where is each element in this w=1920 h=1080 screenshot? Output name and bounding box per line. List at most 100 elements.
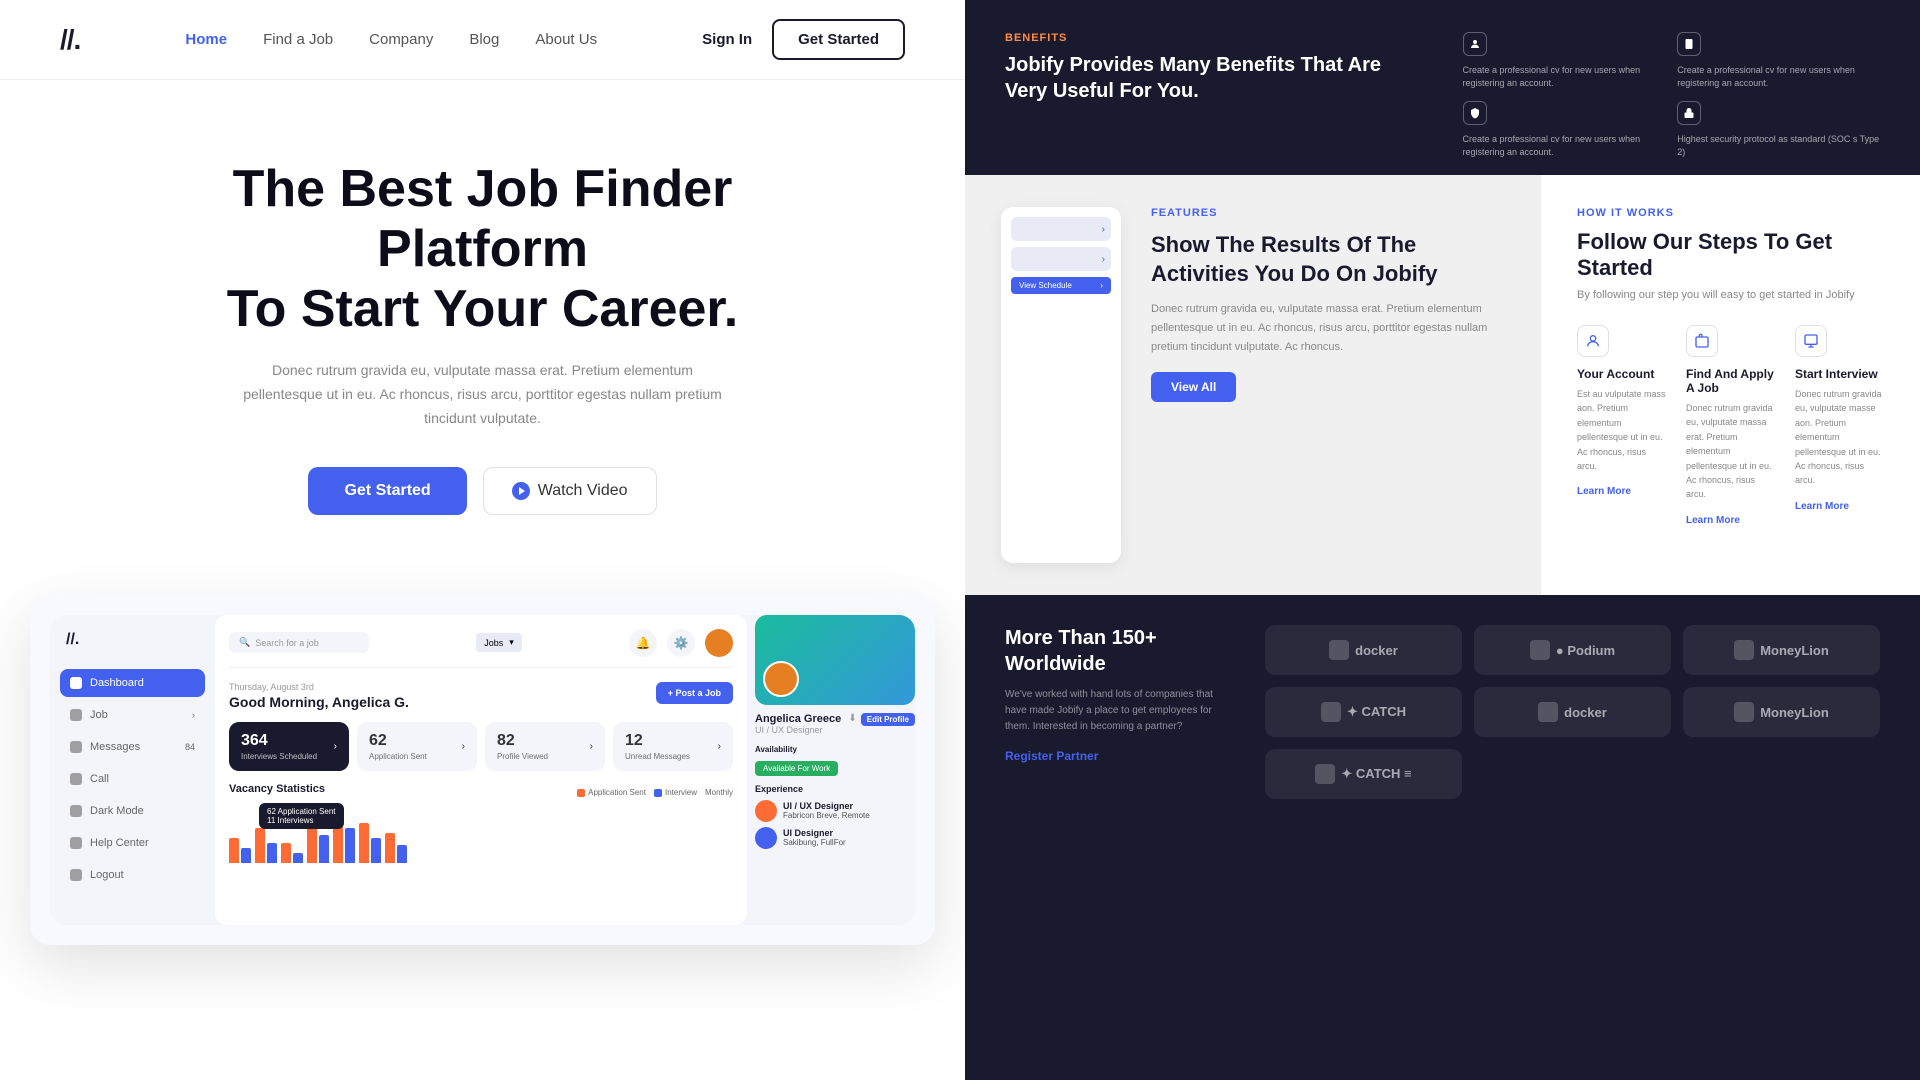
db-nav-logout[interactable]: Logout bbox=[60, 861, 205, 889]
db-nav-dashboard[interactable]: Dashboard bbox=[60, 669, 205, 697]
db-nav-darkmode[interactable]: Dark Mode bbox=[60, 797, 205, 825]
benefits-tag: BENEFITS bbox=[1005, 32, 1423, 44]
dashboard-preview: //. Dashboard Job › Messages 84 C bbox=[30, 595, 935, 945]
nav-find-job[interactable]: Find a Job bbox=[263, 31, 333, 49]
dashboard-inner: //. Dashboard Job › Messages 84 C bbox=[50, 615, 915, 925]
how-step-3: Start Interview Donec rutrum gravida eu,… bbox=[1795, 325, 1884, 528]
hero-watch-video-button[interactable]: Watch Video bbox=[483, 467, 657, 515]
hero-actions: Get Started Watch Video bbox=[60, 467, 905, 515]
how-step-2-desc: Donec rutrum gravida eu, vulputate massa… bbox=[1686, 401, 1775, 502]
how-step-2: Find And Apply A Job Donec rutrum gravid… bbox=[1686, 325, 1775, 528]
how-step-2-title: Find And Apply A Job bbox=[1686, 367, 1775, 395]
db-experience-label: Experience bbox=[755, 784, 915, 794]
settings-button[interactable]: ⚙️ bbox=[667, 629, 695, 657]
db-sidebar: //. Dashboard Job › Messages 84 C bbox=[50, 615, 215, 925]
search-icon: 🔍 bbox=[239, 637, 250, 648]
benefit-text-1: Create a professional cv for new users w… bbox=[1463, 64, 1666, 89]
how-it-works-section: HOW IT WORKS Follow Our Steps To Get Sta… bbox=[1540, 175, 1920, 595]
nav-about[interactable]: About Us bbox=[535, 31, 597, 49]
hero-get-started-button[interactable]: Get Started bbox=[308, 467, 466, 515]
db-nav-help[interactable]: Help Center bbox=[60, 829, 205, 857]
benefit-item-4: Highest security protocol as standard (S… bbox=[1677, 101, 1880, 158]
vacancy-header: Vacancy Statistics Application Sent Inte… bbox=[229, 783, 733, 803]
db-avatar bbox=[763, 661, 799, 697]
moneylion-icon bbox=[1734, 640, 1754, 660]
download-profile-icon[interactable]: ⬇ bbox=[848, 713, 856, 726]
edit-profile-button[interactable]: Edit Profile bbox=[861, 713, 915, 726]
partner-catch-e: ✦ CATCH ≡ bbox=[1265, 749, 1462, 799]
benefits-section: BENEFITS Jobify Provides Many Benefits T… bbox=[965, 0, 1920, 175]
partner-moneylion-1: MoneyLion bbox=[1683, 625, 1880, 675]
notifications-button[interactable]: 🔔 bbox=[629, 629, 657, 657]
db-date: Thursday, August 3rd bbox=[229, 682, 409, 692]
how-step-1-desc: Est au vulputate mass aon. Pretium eleme… bbox=[1577, 387, 1666, 473]
sign-in-button[interactable]: Sign In bbox=[702, 31, 752, 48]
db-top-actions: 🔔 ⚙️ bbox=[629, 629, 733, 657]
db-search-bar[interactable]: 🔍 Search for a job bbox=[229, 632, 369, 653]
db-nav-job[interactable]: Job › bbox=[60, 701, 205, 729]
nav-find-job-link[interactable]: Find a Job bbox=[263, 31, 333, 48]
benefit-item-1: Create a professional cv for new users w… bbox=[1463, 32, 1666, 89]
nav-home-link[interactable]: Home bbox=[185, 31, 227, 48]
navbar: //. Home Find a Job Company Blog About U… bbox=[0, 0, 965, 80]
how-step-1-title: Your Account bbox=[1577, 367, 1666, 381]
catch-e-icon bbox=[1315, 764, 1335, 784]
db-profile-name: Angelica Greece bbox=[755, 713, 841, 725]
view-all-button[interactable]: View All bbox=[1151, 372, 1236, 402]
register-partner-button[interactable]: Register Partner bbox=[1005, 749, 1098, 763]
hero-subtitle: Donec rutrum gravida eu, vulputate massa… bbox=[233, 359, 733, 430]
partner-catch: ✦ CATCH bbox=[1265, 687, 1462, 737]
right-middle-section: › › View Schedule › FEATURES Show The Re… bbox=[965, 175, 1920, 595]
how-step-3-title: Start Interview bbox=[1795, 367, 1884, 381]
jobs-dropdown[interactable]: Jobs ▾ bbox=[476, 633, 522, 652]
partner-podium: ● Podium bbox=[1474, 625, 1671, 675]
features-tag: FEATURES bbox=[1151, 207, 1504, 219]
how-step-3-learn-more[interactable]: Learn More bbox=[1795, 501, 1849, 512]
how-steps: Your Account Est au vulputate mass aon. … bbox=[1577, 325, 1884, 528]
call-nav-icon bbox=[70, 773, 82, 785]
benefit-shield-icon bbox=[1463, 101, 1487, 125]
partners-title: More Than 150+ Worldwide bbox=[1005, 625, 1225, 677]
nav-company[interactable]: Company bbox=[369, 31, 433, 49]
nav-home[interactable]: Home bbox=[185, 31, 227, 49]
db-exp-item-1: UI / UX Designer Fabricon Breve, Remote bbox=[755, 800, 915, 822]
user-avatar-button[interactable] bbox=[705, 629, 733, 657]
how-subtitle: By following our step you will easy to g… bbox=[1577, 289, 1884, 301]
db-header: Thursday, August 3rd Good Morning, Angel… bbox=[229, 682, 733, 710]
db-profile-role: UI / UX Designer bbox=[755, 725, 841, 735]
chart-tooltip: 62 Application Sent 11 Interviews bbox=[259, 803, 344, 829]
how-step-2-learn-more[interactable]: Learn More bbox=[1686, 515, 1740, 526]
nav-blog[interactable]: Blog bbox=[469, 31, 499, 49]
logout-nav-icon bbox=[70, 869, 82, 881]
nav-company-link[interactable]: Company bbox=[369, 31, 433, 48]
post-job-button[interactable]: + Post a Job bbox=[656, 682, 733, 704]
db-stats-row: 364 Interviews Scheduled › 62 Applicatio… bbox=[229, 722, 733, 771]
interview-step-icon bbox=[1795, 325, 1827, 357]
benefits-title: Jobify Provides Many Benefits That Are V… bbox=[1005, 52, 1423, 104]
db-greeting-area: Thursday, August 3rd Good Morning, Angel… bbox=[229, 682, 409, 710]
benefit-document-icon bbox=[1677, 32, 1701, 56]
db-nav-messages[interactable]: Messages 84 bbox=[60, 733, 205, 761]
job-step-icon bbox=[1686, 325, 1718, 357]
schedule-button-preview: View Schedule › bbox=[1011, 277, 1111, 294]
how-tag: HOW IT WORKS bbox=[1577, 207, 1884, 219]
get-started-nav-button[interactable]: Get Started bbox=[772, 19, 905, 60]
how-step-3-desc: Donec rutrum gravida eu, vulputate masse… bbox=[1795, 387, 1884, 488]
partners-desc: We've worked with hand lots of companies… bbox=[1005, 687, 1225, 735]
partners-logos: docker ● Podium MoneyLion ✦ CATCH docker… bbox=[1265, 625, 1880, 1050]
stat-interviews: 364 Interviews Scheduled › bbox=[229, 722, 349, 771]
benefit-item-2: Create a professional cv for new users w… bbox=[1677, 32, 1880, 89]
partners-left: More Than 150+ Worldwide We've worked wi… bbox=[1005, 625, 1225, 1050]
darkmode-nav-icon bbox=[70, 805, 82, 817]
db-nav-call[interactable]: Call bbox=[60, 765, 205, 793]
benefit-user-icon bbox=[1463, 32, 1487, 56]
db-logo: //. bbox=[60, 631, 205, 649]
stat-profile-views: 82 Profile Viewed › bbox=[485, 722, 605, 771]
hero-title: The Best Job Finder Platform To Start Yo… bbox=[173, 160, 793, 339]
docker-icon bbox=[1329, 640, 1349, 660]
how-step-1-learn-more[interactable]: Learn More bbox=[1577, 486, 1631, 497]
nav-about-link[interactable]: About Us bbox=[535, 31, 597, 48]
db-exp-item-2: UI Designer Sakibung, FullFor bbox=[755, 827, 915, 849]
nav-blog-link[interactable]: Blog bbox=[469, 31, 499, 48]
logo: //. bbox=[60, 24, 80, 56]
